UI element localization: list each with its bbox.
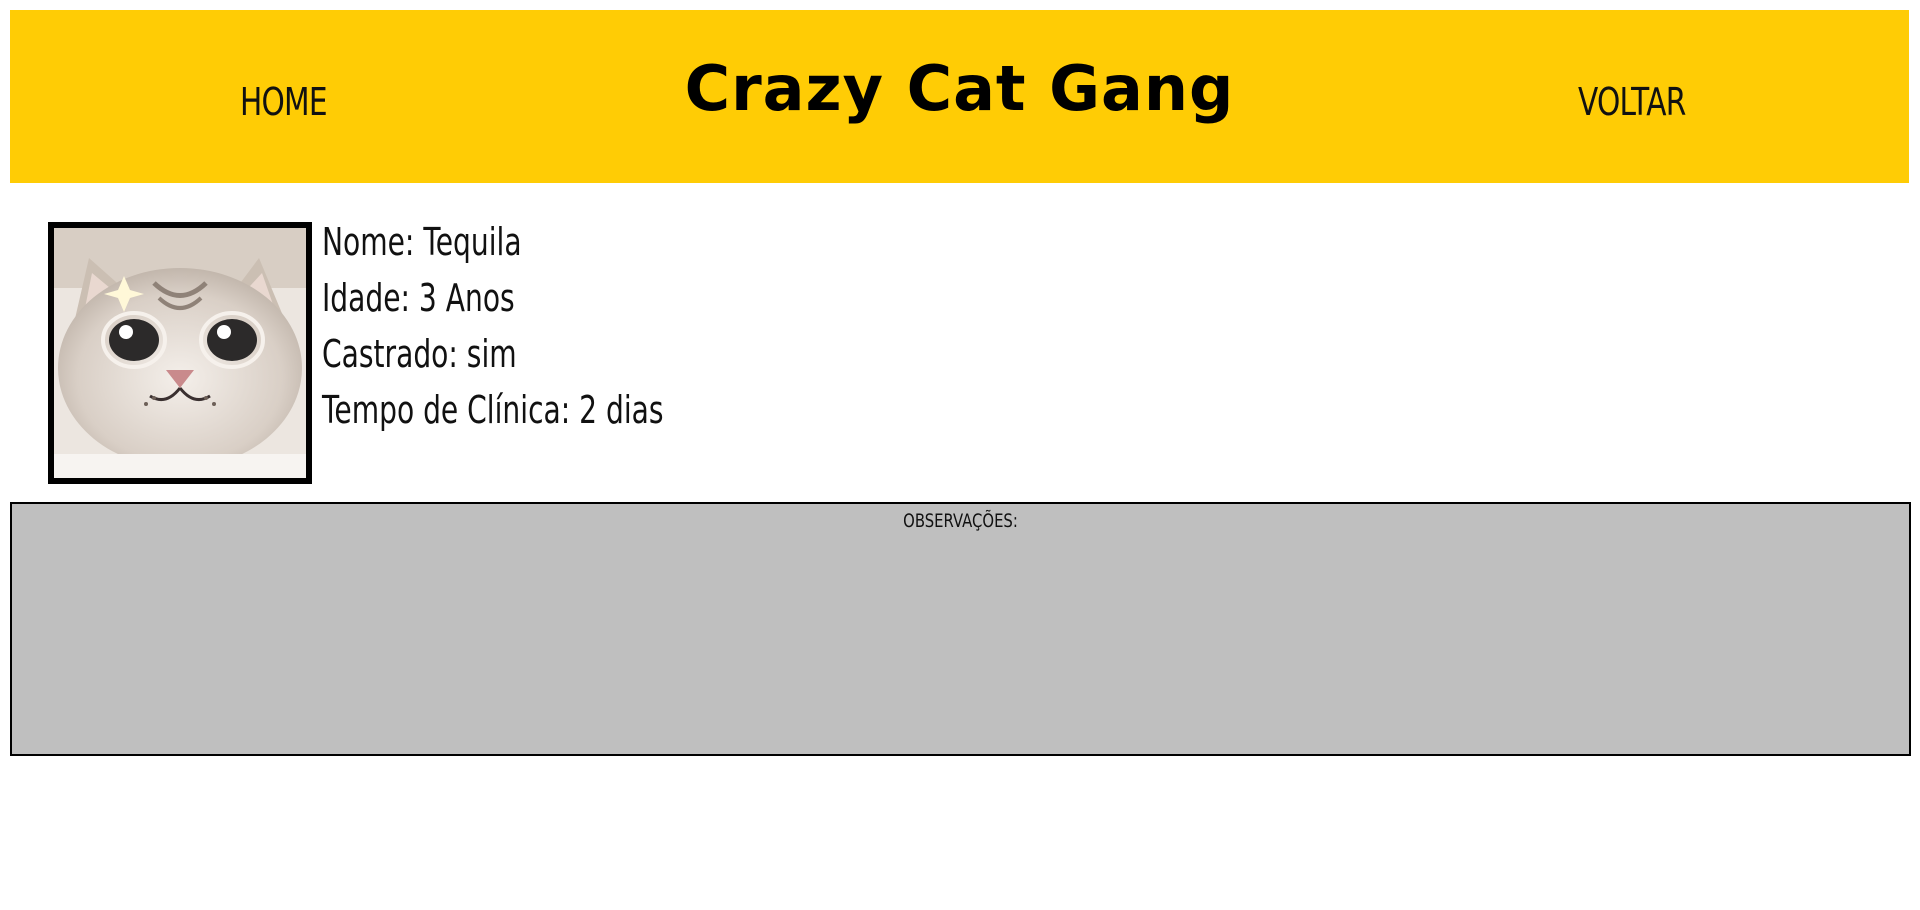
cat-name: Nome: Tequila bbox=[322, 220, 522, 264]
cat-neutered: Castrado: sim bbox=[322, 332, 517, 376]
cat-clinic-time: Tempo de Clínica: 2 dias bbox=[322, 388, 664, 432]
page: HOME Crazy Cat Gang VOLTAR Nome: Tequila… bbox=[0, 0, 1920, 910]
cat-age: Idade: 3 Anos bbox=[322, 276, 515, 320]
observations-box[interactable]: OBSERVAÇÕES: bbox=[10, 502, 1911, 756]
cat-photo bbox=[48, 222, 312, 484]
observations-label: OBSERVAÇÕES: bbox=[903, 510, 1018, 532]
back-link[interactable]: VOLTAR bbox=[1578, 80, 1686, 124]
cat-info: Nome: Tequila Idade: 3 Anos Castrado: si… bbox=[322, 214, 784, 438]
header-bar: HOME Crazy Cat Gang VOLTAR bbox=[10, 10, 1909, 183]
cat-photo-illustration bbox=[54, 228, 306, 478]
